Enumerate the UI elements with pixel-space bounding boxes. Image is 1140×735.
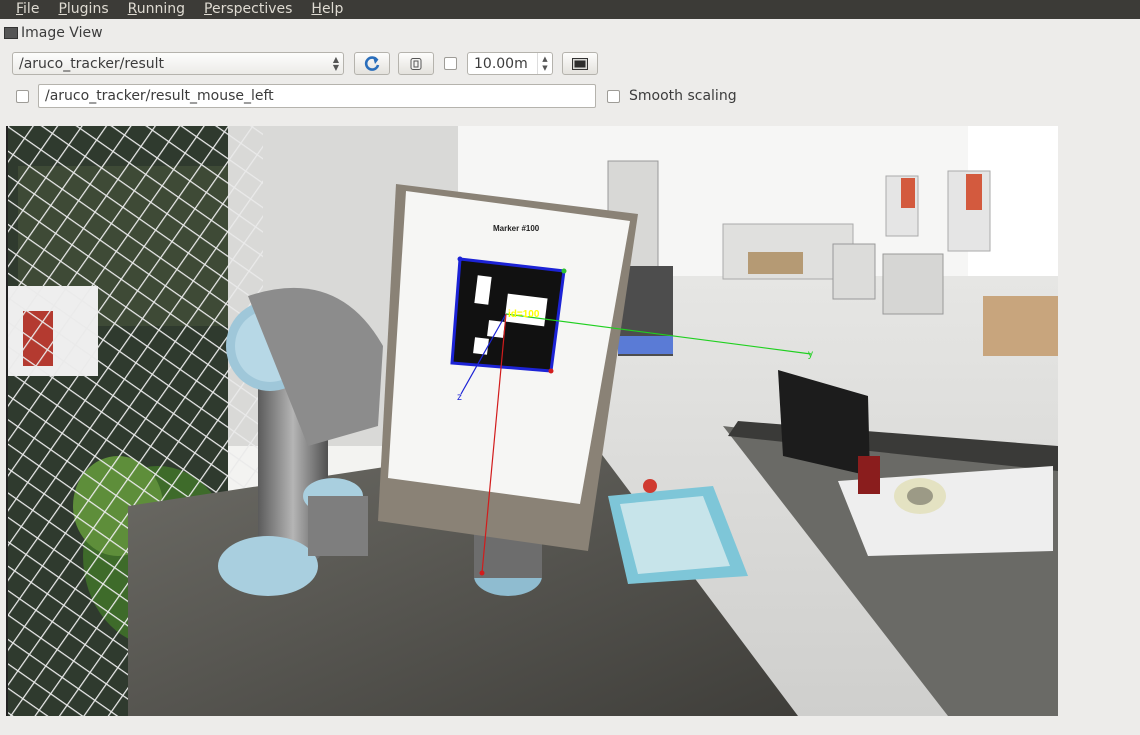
menu-running[interactable]: Running [128, 0, 185, 19]
image-view[interactable]: Marker #100 y z id=100 [6, 126, 1058, 716]
mouse-publish-checkbox[interactable] [16, 90, 29, 103]
refresh-button[interactable] [354, 52, 390, 75]
axis-y-label: y [808, 349, 813, 360]
panel-icon [4, 27, 18, 39]
smooth-scaling-checkbox[interactable] [607, 90, 620, 103]
zoom-fit-button[interactable] [398, 52, 434, 75]
marker-id-label: id=100 [508, 309, 540, 320]
spin-down-icon[interactable]: ▼ [542, 64, 547, 73]
menu-perspectives[interactable]: Perspectives [204, 0, 292, 19]
save-image-button[interactable] [562, 52, 598, 75]
menu-help[interactable]: Help [311, 0, 343, 19]
menu-file[interactable]: File [16, 0, 39, 19]
menubar: File Plugins Running Perspectives Help [0, 0, 1140, 19]
smooth-scaling-label: Smooth scaling [629, 88, 737, 104]
save-icon [572, 57, 588, 70]
dynamic-range-checkbox[interactable] [444, 57, 457, 70]
zoom-icon [410, 57, 422, 70]
max-range-spinbox[interactable]: 10.00m ▲ ▼ [467, 52, 553, 75]
topic-dropdown-value: /aruco_tracker/result [19, 55, 165, 72]
mouse-topic-input[interactable]: /aruco_tracker/result_mouse_left [38, 84, 596, 108]
menu-plugins[interactable]: Plugins [58, 0, 108, 19]
panel-title-text: Image View [21, 25, 103, 41]
axis-z-label: z [457, 392, 462, 403]
statusbar [0, 717, 1140, 735]
refresh-icon [364, 55, 380, 71]
camera-image: Marker #100 y z id=100 [8, 126, 1058, 716]
chevron-updown-icon: ▲ ▼ [332, 54, 340, 72]
spin-up-icon[interactable]: ▲ [542, 55, 547, 64]
sheet-header: Marker #100 [493, 224, 540, 233]
spin-arrows[interactable]: ▲ ▼ [537, 53, 552, 74]
max-range-value: 10.00m [474, 55, 528, 72]
topic-dropdown[interactable]: /aruco_tracker/result ▲ ▼ [12, 52, 344, 75]
panel-title: Image View [4, 24, 103, 42]
